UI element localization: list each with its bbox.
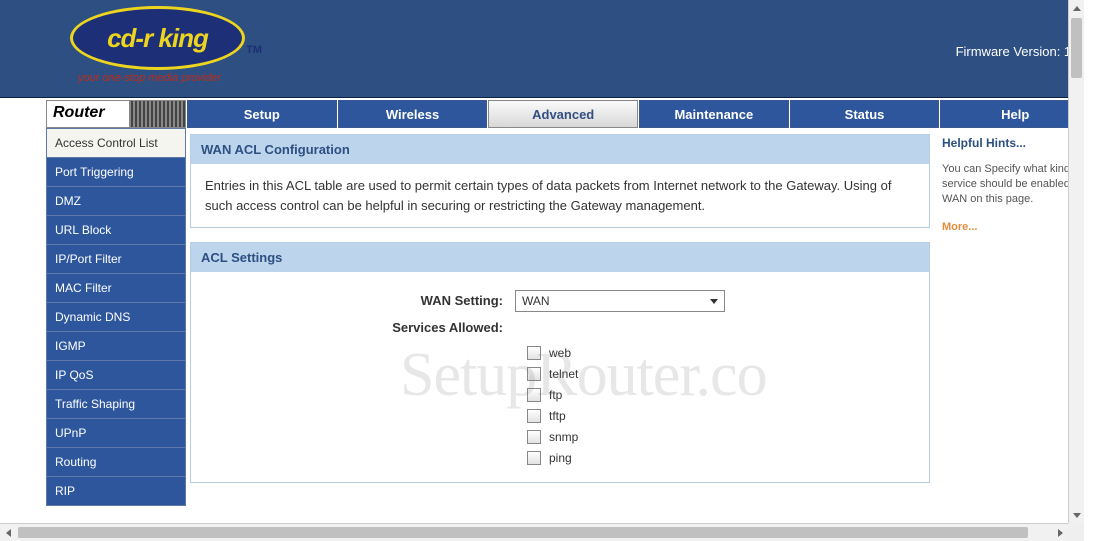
tabs-row: Router Setup Wireless Advanced Maintenan… <box>0 98 1084 128</box>
firmware-version: Firmware Version: 1.0 <box>956 44 1082 59</box>
checkbox-snmp[interactable] <box>527 430 541 444</box>
logo: cd-r king TM your one-stop media provide… <box>70 6 280 84</box>
logo-text: cd-r king <box>107 23 208 54</box>
service-label: ftp <box>549 386 562 404</box>
panel-wan-acl-config: WAN ACL Configuration Entries in this AC… <box>190 134 930 228</box>
tab-status[interactable]: Status <box>790 100 940 128</box>
panel-title: ACL Settings <box>191 243 929 272</box>
checkbox-web[interactable] <box>527 346 541 360</box>
tab-advanced[interactable]: Advanced <box>488 100 638 128</box>
sidebar-item-routing[interactable]: Routing <box>46 448 186 477</box>
hints-title: Helpful Hints... <box>942 136 1084 150</box>
router-label: Router <box>46 100 130 128</box>
sidebar-item-ip-qos[interactable]: IP QoS <box>46 361 186 390</box>
router-stripes-icon <box>130 100 186 128</box>
vertical-scrollbar[interactable] <box>1068 0 1084 523</box>
helpful-hints: Helpful Hints... You can Specify what ki… <box>934 128 1084 506</box>
checkbox-ftp[interactable] <box>527 388 541 402</box>
header: cd-r king TM your one-stop media provide… <box>0 0 1084 98</box>
scroll-corner <box>1068 523 1084 541</box>
checkbox-tftp[interactable] <box>527 409 541 423</box>
tab-wireless[interactable]: Wireless <box>338 100 488 128</box>
checkbox-ping[interactable] <box>527 451 541 465</box>
sidebar-item-traffic-shaping[interactable]: Traffic Shaping <box>46 390 186 419</box>
sidebar-item-access-control-list[interactable]: Access Control List <box>46 128 186 158</box>
service-label: tftp <box>549 407 566 425</box>
scroll-up-icon[interactable] <box>1069 0 1084 16</box>
service-label: snmp <box>549 428 578 446</box>
sidebar-item-upnp[interactable]: UPnP <box>46 419 186 448</box>
logo-tagline: your one-stop media provider <box>78 72 280 84</box>
sidebar-item-ip-port-filter[interactable]: IP/Port Filter <box>46 245 186 274</box>
tab-help[interactable]: Help <box>940 100 1084 128</box>
sidebar-item-dynamic-dns[interactable]: Dynamic DNS <box>46 303 186 332</box>
main-content: WAN ACL Configuration Entries in this AC… <box>186 128 934 506</box>
scroll-left-icon[interactable] <box>0 524 16 541</box>
tab-maintenance[interactable]: Maintenance <box>639 100 789 128</box>
horizontal-scrollbar[interactable] <box>0 523 1068 541</box>
wan-setting-select[interactable]: WAN <box>515 290 725 312</box>
service-label: ping <box>549 449 572 467</box>
sidebar-item-dmz[interactable]: DMZ <box>46 187 186 216</box>
sidebar: Access Control List Port Triggering DMZ … <box>46 128 186 506</box>
sidebar-item-rip[interactable]: RIP <box>46 477 186 506</box>
panel-title: WAN ACL Configuration <box>191 135 929 164</box>
logo-tm: TM <box>246 44 262 56</box>
service-label: telnet <box>549 365 578 383</box>
hints-body: You can Specify what kind of service sho… <box>942 162 1084 207</box>
tab-setup[interactable]: Setup <box>187 100 337 128</box>
sidebar-item-igmp[interactable]: IGMP <box>46 332 186 361</box>
logo-oval: cd-r king <box>70 6 245 70</box>
hints-more-link[interactable]: More... <box>942 221 1084 233</box>
panel-acl-settings: ACL Settings WAN Setting: WAN Services A… <box>190 242 930 483</box>
sidebar-item-mac-filter[interactable]: MAC Filter <box>46 274 186 303</box>
scroll-down-icon[interactable] <box>1069 507 1084 523</box>
service-label: web <box>549 344 571 362</box>
scroll-thumb[interactable] <box>1071 18 1082 78</box>
wan-setting-label: WAN Setting: <box>205 291 515 311</box>
sidebar-item-url-block[interactable]: URL Block <box>46 216 186 245</box>
sidebar-item-port-triggering[interactable]: Port Triggering <box>46 158 186 187</box>
services-allowed-label: Services Allowed: <box>205 318 515 338</box>
checkbox-telnet[interactable] <box>527 367 541 381</box>
scroll-thumb[interactable] <box>18 527 1028 538</box>
panel-desc: Entries in this ACL table are used to pe… <box>191 164 929 227</box>
scroll-right-icon[interactable] <box>1052 524 1068 541</box>
